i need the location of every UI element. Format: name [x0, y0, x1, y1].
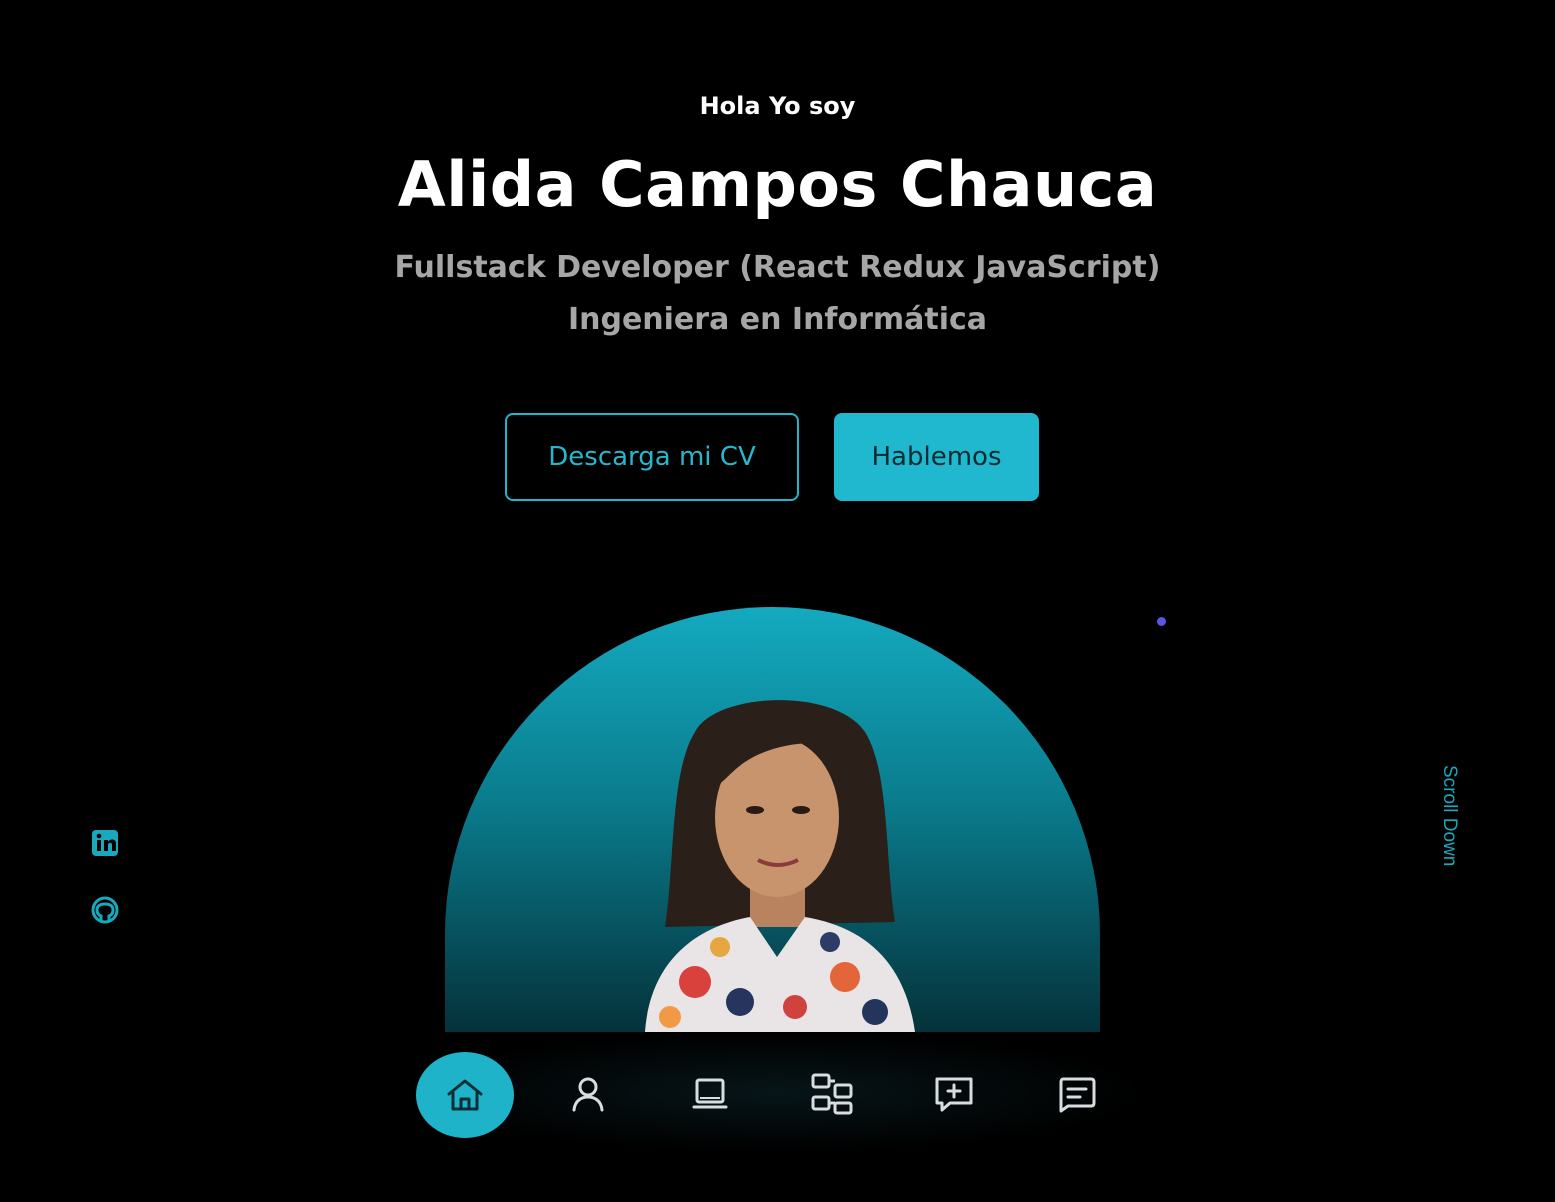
- scroll-down-link[interactable]: Scroll Down: [1430, 765, 1460, 905]
- linkedin-link[interactable]: [88, 826, 122, 860]
- role-line-1: Fullstack Developer (React Redux JavaScr…: [394, 250, 1161, 285]
- greeting-text: Hola Yo soy: [699, 92, 856, 120]
- profile-photo-frame: [445, 607, 1100, 1032]
- chat-icon: [935, 1077, 973, 1112]
- nav-experience[interactable]: [678, 1062, 742, 1126]
- role-line-2: Ingeniera en Informática: [567, 302, 988, 337]
- nav-testimonials[interactable]: [922, 1062, 986, 1126]
- linkedin-icon: [92, 830, 118, 856]
- bottom-nav: [400, 1032, 1150, 1152]
- decorative-dot: [1157, 617, 1166, 626]
- github-icon: [91, 896, 119, 924]
- profile-photo: [645, 700, 915, 1032]
- user-icon: [572, 1077, 604, 1112]
- nav-home[interactable]: [416, 1052, 514, 1138]
- message-icon: [1059, 1077, 1096, 1113]
- contact-button[interactable]: Hablemos: [834, 413, 1039, 501]
- hero-page: Hola Yo soy Alida Campos Chauca Fullstac…: [0, 0, 1555, 1202]
- github-link[interactable]: [88, 893, 122, 927]
- laptop-icon: [692, 1078, 728, 1109]
- services-icon: [811, 1073, 853, 1115]
- profile-name: Alida Campos Chauca: [397, 148, 1158, 221]
- download-cv-button[interactable]: Descarga mi CV: [505, 413, 799, 501]
- nav-contact[interactable]: [1045, 1062, 1109, 1126]
- nav-about[interactable]: [556, 1062, 620, 1126]
- nav-services[interactable]: [800, 1062, 864, 1126]
- home-icon: [447, 1079, 483, 1111]
